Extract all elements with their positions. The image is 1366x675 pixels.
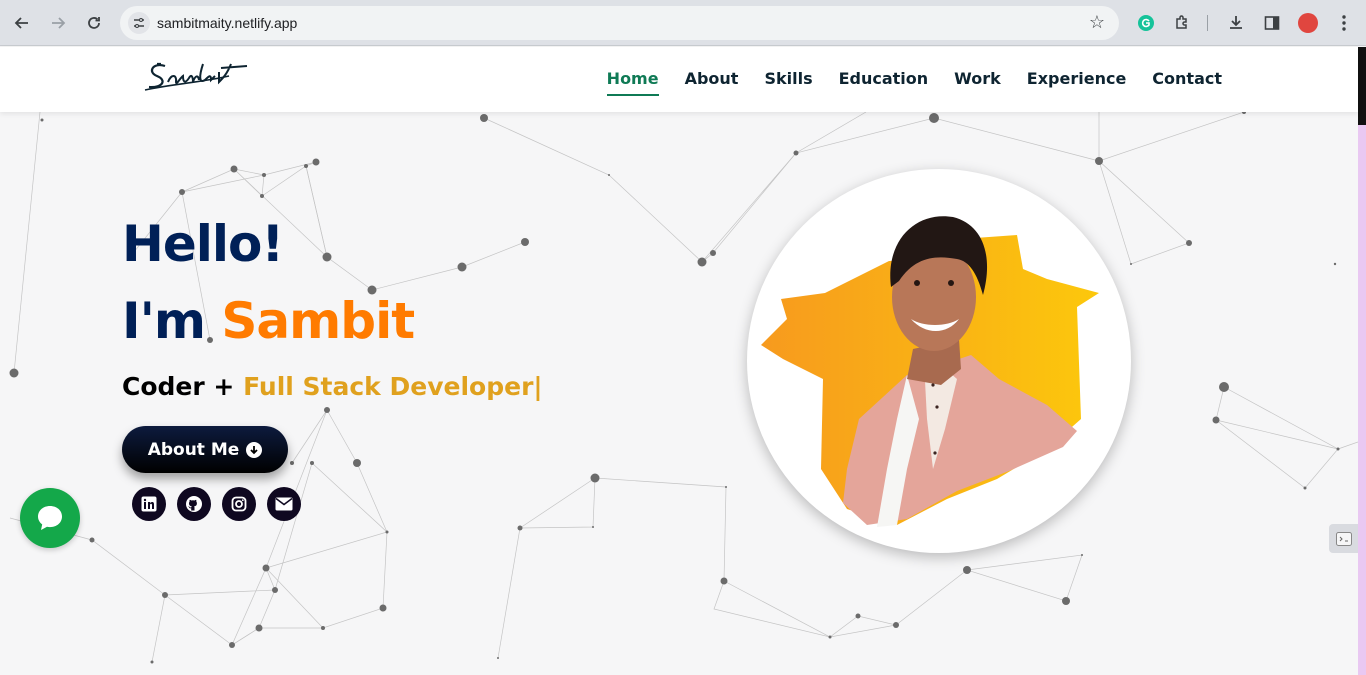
role-typed-text: Full Stack Developer [243,372,534,401]
scrollbar-thumb[interactable] [1358,47,1366,125]
social-links [132,487,301,521]
download-icon[interactable] [1225,12,1247,34]
nav-skills[interactable]: Skills [764,69,812,96]
linkedin-icon[interactable] [132,487,166,521]
site-logo[interactable] [143,54,253,105]
site-settings-icon[interactable] [128,12,150,34]
side-widget-tab[interactable] [1329,524,1358,553]
back-icon[interactable] [10,11,34,35]
main-nav: Home About Skills Education Work Experie… [581,69,1222,96]
side-panel-icon[interactable] [1261,12,1283,34]
extensions-icon[interactable] [1171,12,1193,34]
reload-icon[interactable] [82,11,106,35]
arrow-down-circle-icon [246,441,263,458]
profile-icon[interactable] [1297,12,1319,34]
profile-photo [747,169,1131,553]
intro-prefix: I'm [122,292,222,350]
hero-role: Coder + Full Stack Developer| [122,372,543,401]
instagram-icon[interactable] [222,487,256,521]
email-icon[interactable] [267,487,301,521]
github-icon[interactable] [177,487,211,521]
nav-contact[interactable]: Contact [1152,69,1222,96]
address-bar[interactable]: sambitmaity.netlify.app ☆ [120,6,1119,40]
role-prefix: Coder + [122,372,244,401]
about-me-button[interactable]: About Me [122,426,288,473]
scrollbar-track[interactable] [1358,47,1366,675]
site-header: Home About Skills Education Work Experie… [0,47,1358,112]
nav-about[interactable]: About [685,69,739,96]
hero-name: Sambit [221,292,415,350]
toolbar-divider [1200,12,1214,34]
grammarly-icon[interactable] [1135,12,1157,34]
menu-icon[interactable] [1333,12,1355,34]
hero-section: Hello! I'm Sambit Coder + Full Stack Dev… [0,112,1358,675]
hero-greeting: Hello! [122,215,284,273]
forward-icon[interactable] [46,11,70,35]
nav-work[interactable]: Work [954,69,1001,96]
chat-widget-button[interactable] [20,488,80,548]
typing-cursor: | [533,372,543,401]
url-text[interactable]: sambitmaity.netlify.app [157,15,297,31]
about-me-label: About Me [147,439,240,460]
nav-home[interactable]: Home [606,69,659,96]
bookmark-star-icon[interactable]: ☆ [1089,12,1105,33]
hero-intro: I'm Sambit [122,292,415,350]
nav-experience[interactable]: Experience [1027,69,1127,96]
chat-bubble-icon [38,506,62,530]
nav-education[interactable]: Education [839,69,929,96]
browser-toolbar: sambitmaity.netlify.app ☆ [0,0,1366,46]
